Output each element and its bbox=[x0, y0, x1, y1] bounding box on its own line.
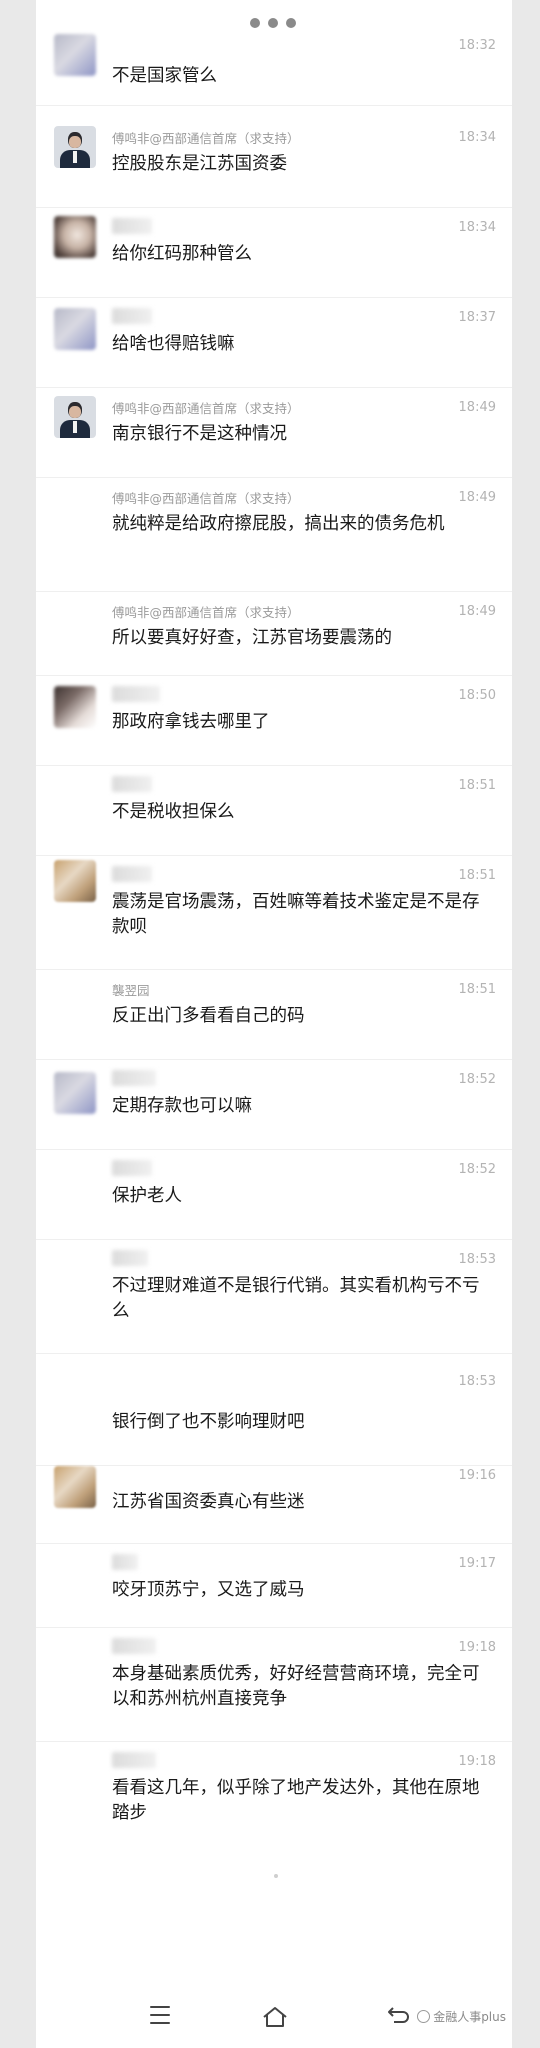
message-text: 江苏省国资委真心有些迷 bbox=[112, 1492, 305, 1512]
chat-message[interactable]: 傅鸣非@西部通信首席（求支持） 18:49 所以要真好好查，江苏官场要震荡的 bbox=[36, 592, 512, 676]
sender-name-hidden bbox=[112, 866, 152, 882]
sender-name-hidden bbox=[112, 1160, 152, 1176]
message-time: 19:18 bbox=[458, 1754, 496, 1769]
chat-message[interactable]: 傅鸣非@西部通信首席（求支持） 18:49 南京银行不是这种情况 bbox=[36, 388, 512, 478]
message-time: 18:34 bbox=[458, 130, 496, 145]
avatar[interactable] bbox=[54, 126, 96, 168]
avatar[interactable] bbox=[54, 686, 96, 728]
message-time: 18:49 bbox=[458, 490, 496, 505]
list-end-indicator bbox=[274, 1874, 278, 1878]
sender-name: 傅鸣非@西部通信首席（求支持） bbox=[112, 401, 300, 416]
message-text: 南京银行不是这种情况 bbox=[112, 424, 287, 444]
message-time: 18:52 bbox=[458, 1072, 496, 1087]
sender-name: 傅鸣非@西部通信首席（求支持） bbox=[112, 131, 300, 146]
message-text: 震荡是官场震荡，百姓嘛等着技术鉴定是不是存款呗 bbox=[112, 892, 480, 937]
message-time: 19:17 bbox=[458, 1556, 496, 1571]
message-time: 19:18 bbox=[458, 1640, 496, 1655]
avatar[interactable] bbox=[54, 1466, 96, 1508]
message-time: 18:53 bbox=[458, 1374, 496, 1389]
message-text: 控股股东是江苏国资委 bbox=[112, 154, 287, 174]
chat-message[interactable]: 18:37 给啥也得赔钱嘛 bbox=[36, 298, 512, 388]
chat-message[interactable]: 傅鸣非@西部通信首席（求支持） 18:49 就纯粹是给政府擦屁股，搞出来的债务危… bbox=[36, 478, 512, 592]
message-text: 银行倒了也不影响理财吧 bbox=[112, 1412, 305, 1432]
message-time: 19:16 bbox=[458, 1468, 496, 1483]
chat-message[interactable]: 18:52 保护老人 bbox=[36, 1150, 512, 1240]
avatar[interactable] bbox=[54, 308, 96, 350]
back-icon[interactable] bbox=[386, 2006, 410, 2028]
chat-message[interactable]: 19:17 咬牙顶苏宁，又选了威马 bbox=[36, 1544, 512, 1628]
sender-name-hidden bbox=[112, 308, 152, 324]
message-time: 18:32 bbox=[458, 38, 496, 53]
chat-message[interactable]: 18:52 定期存款也可以嘛 bbox=[36, 1060, 512, 1150]
sender-name: 傅鸣非@西部通信首席（求支持） bbox=[112, 491, 300, 506]
message-time: 18:34 bbox=[458, 220, 496, 235]
message-text: 不过理财难道不是银行代销。其实看机构亏不亏么 bbox=[112, 1276, 480, 1321]
wechat-official-icon bbox=[417, 2010, 431, 2023]
avatar[interactable] bbox=[54, 396, 96, 438]
sender-name: 傅鸣非@西部通信首席（求支持） bbox=[112, 605, 300, 620]
home-icon[interactable] bbox=[262, 2006, 288, 2028]
system-navigation-bar: 金融人事plus bbox=[36, 1984, 512, 2048]
message-text: 咬牙顶苏宁，又选了威马 bbox=[112, 1580, 305, 1600]
left-margin bbox=[0, 0, 36, 2048]
message-text: 不是税收担保么 bbox=[112, 802, 235, 822]
message-time: 18:51 bbox=[458, 982, 496, 997]
chat-message[interactable]: 襲翌园 18:51 反正出门多看看自己的码 bbox=[36, 970, 512, 1060]
watermark-text: 金融人事plus bbox=[433, 2010, 506, 2024]
sender-name-hidden bbox=[112, 1638, 156, 1654]
message-time: 18:49 bbox=[458, 400, 496, 415]
message-time: 18:51 bbox=[458, 868, 496, 883]
avatar[interactable] bbox=[54, 34, 96, 76]
sender-name-hidden bbox=[112, 1250, 148, 1266]
sender-name: 襲翌园 bbox=[112, 983, 150, 998]
avatar[interactable] bbox=[54, 1072, 96, 1114]
avatar[interactable] bbox=[54, 216, 96, 258]
message-text: 保护老人 bbox=[112, 1186, 182, 1206]
sender-name-hidden bbox=[112, 1554, 138, 1570]
chat-message[interactable]: 18:51 震荡是官场震荡，百姓嘛等着技术鉴定是不是存款呗 bbox=[36, 856, 512, 970]
message-time: 18:53 bbox=[458, 1252, 496, 1267]
message-text: 定期存款也可以嘛 bbox=[112, 1096, 252, 1116]
chat-message[interactable]: 18:34 给你红码那种管么 bbox=[36, 208, 512, 298]
chat-message[interactable]: 傅鸣非@西部通信首席（求支持） 18:34 控股股东是江苏国资委 bbox=[36, 118, 512, 208]
sender-name-hidden bbox=[112, 686, 160, 702]
chat-message[interactable]: 19:16 江苏省国资委真心有些迷 bbox=[36, 1466, 512, 1544]
chat-message[interactable]: 18:53 银行倒了也不影响理财吧 bbox=[36, 1354, 512, 1466]
watermark: 金融人事plus bbox=[417, 2008, 506, 2025]
message-text: 反正出门多看看自己的码 bbox=[112, 1006, 305, 1026]
message-text: 给你红码那种管么 bbox=[112, 244, 252, 264]
chat-message[interactable]: 18:51 不是税收担保么 bbox=[36, 766, 512, 856]
message-text: 所以要真好好查，江苏官场要震荡的 bbox=[112, 628, 392, 648]
message-text: 看看这几年，似乎除了地产发达外，其他在原地踏步 bbox=[112, 1778, 480, 1823]
message-time: 18:52 bbox=[458, 1162, 496, 1177]
message-time: 18:49 bbox=[458, 604, 496, 619]
message-time: 18:37 bbox=[458, 310, 496, 325]
sender-name-hidden bbox=[112, 218, 152, 234]
message-text: 就纯粹是给政府擦屁股，搞出来的债务危机 bbox=[112, 514, 445, 534]
message-time: 18:50 bbox=[458, 688, 496, 703]
message-text: 给啥也得赔钱嘛 bbox=[112, 334, 235, 354]
right-margin bbox=[512, 0, 540, 2048]
chat-message[interactable]: 18:50 那政府拿钱去哪里了 bbox=[36, 676, 512, 766]
sender-name-hidden bbox=[112, 776, 152, 792]
message-text: 本身基础素质优秀，好好经营营商环境，完全可以和苏州杭州直接竞争 bbox=[112, 1664, 480, 1709]
chat-message[interactable]: 18:32 不是国家管么 bbox=[36, 28, 512, 106]
sender-name-hidden bbox=[112, 1070, 156, 1086]
chat-message[interactable]: 19:18 本身基础素质优秀，好好经营营商环境，完全可以和苏州杭州直接竞争 bbox=[36, 1628, 512, 1742]
message-time: 18:51 bbox=[458, 778, 496, 793]
menu-icon[interactable] bbox=[150, 2006, 170, 2028]
message-text: 那政府拿钱去哪里了 bbox=[112, 712, 270, 732]
message-text: 不是国家管么 bbox=[112, 66, 217, 86]
chat-message[interactable]: 19:18 看看这几年，似乎除了地产发达外，其他在原地踏步 bbox=[36, 1742, 512, 1876]
avatar[interactable] bbox=[54, 860, 96, 902]
sender-name-hidden bbox=[112, 1752, 156, 1768]
chat-message[interactable]: 18:53 不过理财难道不是银行代销。其实看机构亏不亏么 bbox=[36, 1240, 512, 1354]
